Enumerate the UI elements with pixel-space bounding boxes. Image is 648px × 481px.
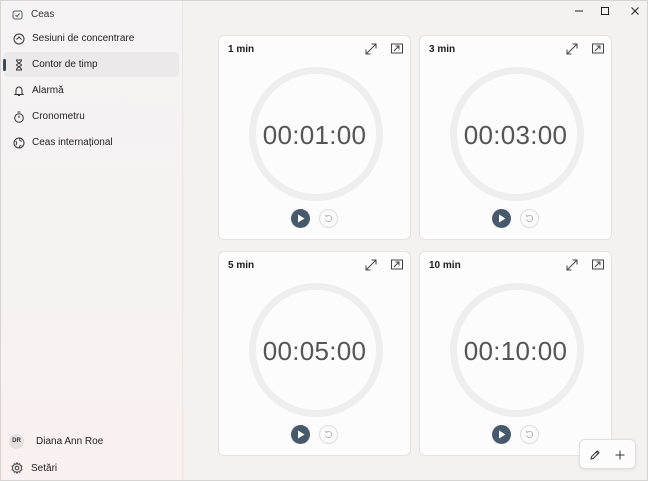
expand-icon[interactable] <box>364 258 378 272</box>
settings-button[interactable]: Setări <box>4 457 179 479</box>
timer-title: 10 min <box>429 260 461 271</box>
timer-display: 00:05:00 <box>262 336 367 366</box>
focus-icon <box>12 32 25 45</box>
reset-icon <box>525 430 534 439</box>
pencil-icon <box>590 450 600 460</box>
reset-button[interactable] <box>319 425 338 444</box>
app-window: Ceas Sesiuni de concentrare Contor de ti… <box>0 0 648 481</box>
timer-display: 00:10:00 <box>463 336 568 366</box>
picture-in-picture-icon[interactable] <box>390 258 404 272</box>
play-icon <box>498 430 505 439</box>
picture-in-picture-icon[interactable] <box>591 258 605 272</box>
title-bar: Ceas <box>12 6 54 22</box>
globe-icon <box>12 136 25 149</box>
edit-timers-button[interactable] <box>586 446 604 464</box>
play-icon <box>297 214 304 223</box>
reset-icon <box>324 430 333 439</box>
user-profile[interactable]: DR Diana Ann Roe <box>4 429 179 453</box>
clock-app-icon <box>12 9 23 20</box>
timer-title: 3 min <box>429 44 456 55</box>
timer-display: 00:01:00 <box>262 120 367 150</box>
reset-icon <box>324 214 333 223</box>
nav-item-world-clock[interactable]: Ceas internațional <box>4 130 179 155</box>
picture-in-picture-icon[interactable] <box>591 42 605 56</box>
avatar: DR <box>9 433 24 449</box>
maximize-button[interactable] <box>594 4 616 18</box>
play-button[interactable] <box>291 425 310 444</box>
timer-card[interactable]: 5 min 00:05:00 <box>218 251 411 456</box>
timer-display: 00:03:00 <box>463 120 568 150</box>
timer-card[interactable]: 10 min 00:10:00 <box>419 251 612 456</box>
nav-item-label: Alarmă <box>32 85 64 96</box>
nav-item-label: Ceas internațional <box>32 137 113 148</box>
timer-card[interactable]: 1 min 00:01:00 <box>218 35 411 240</box>
maximize-icon <box>601 7 609 15</box>
reset-button[interactable] <box>319 209 338 228</box>
play-icon <box>297 430 304 439</box>
reset-button[interactable] <box>520 425 539 444</box>
close-button[interactable] <box>624 4 646 18</box>
play-button[interactable] <box>492 425 511 444</box>
minimize-icon <box>575 10 583 12</box>
plus-icon <box>615 450 625 460</box>
nav-item-label: Contor de timp <box>32 59 98 70</box>
reset-button[interactable] <box>520 209 539 228</box>
picture-in-picture-icon[interactable] <box>390 42 404 56</box>
settings-label: Setări <box>31 462 58 474</box>
timer-title: 5 min <box>228 260 255 271</box>
reset-icon <box>525 214 534 223</box>
profile-name: Diana Ann Roe <box>36 435 104 447</box>
play-button[interactable] <box>291 209 310 228</box>
nav-item-label: Sesiuni de concentrare <box>32 33 135 44</box>
expand-icon[interactable] <box>364 42 378 56</box>
main-content: 1 min 00:01:00 3 min 00:03:00 5 min 00:0… <box>182 1 647 480</box>
expand-icon[interactable] <box>565 258 579 272</box>
sidebar: Ceas Sesiuni de concentrare Contor de ti… <box>1 1 182 480</box>
timer-actions-toolbar <box>579 439 636 469</box>
expand-icon[interactable] <box>565 42 579 56</box>
stopwatch-icon <box>12 110 25 123</box>
nav-item-timer[interactable]: Contor de timp <box>3 52 179 77</box>
timer-title: 1 min <box>228 44 255 55</box>
minimize-button[interactable] <box>568 4 590 18</box>
play-icon <box>498 214 505 223</box>
nav-item-alarm[interactable]: Alarmă <box>4 78 179 103</box>
bell-icon <box>12 84 25 97</box>
nav-list: Sesiuni de concentrare Contor de timp Al… <box>1 26 182 156</box>
close-icon <box>631 7 639 15</box>
nav-item-stopwatch[interactable]: Cronometru <box>4 104 179 129</box>
play-button[interactable] <box>492 209 511 228</box>
nav-item-focus-sessions[interactable]: Sesiuni de concentrare <box>4 26 179 51</box>
nav-item-label: Cronometru <box>32 111 85 122</box>
app-title: Ceas <box>31 8 55 20</box>
hourglass-icon <box>12 58 25 71</box>
timer-card[interactable]: 3 min 00:03:00 <box>419 35 612 240</box>
gear-icon <box>10 461 23 474</box>
add-timer-button[interactable] <box>611 446 629 464</box>
